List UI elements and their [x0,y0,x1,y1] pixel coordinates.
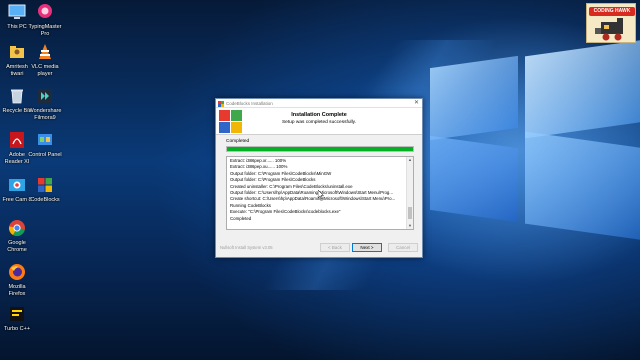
control-panel-icon [38,134,52,145]
windows-logo-pane-top-left [430,55,518,141]
train-icon [595,18,623,41]
turbo-cpp-icon [10,307,24,321]
nsis-brand: Nullsoft Install System v3.05 [220,245,273,250]
desktop-icon-label: Mozilla Firefox [8,284,26,297]
scroll-up-icon[interactable]: ▲ [407,157,413,163]
windows-logo-pane-top-right [525,39,640,139]
desktop-icon-firefox[interactable]: Mozilla Firefox [0,262,34,297]
scroll-thumb[interactable] [408,207,412,219]
log-line: Create shortcut: C:\Users\hp\AppData\Roa… [230,196,396,202]
installer-window: CodeBlocks Installation ✕ Installation C… [215,98,423,258]
typingmaster-icon [38,4,52,18]
status-label: Completed [226,139,250,144]
freecam-icon [9,179,25,191]
recycle-bin-icon [11,89,23,104]
desktop-icon-label: Turbo C++ [3,326,31,332]
scroll-down-icon[interactable]: ▼ [407,223,413,229]
desktop-icon-label: TypingMaster Pro [28,24,62,37]
this-pc-icon [8,4,26,19]
close-icon[interactable]: ✕ [414,99,419,108]
header-title: Installation Complete [291,112,347,118]
adobe-reader-icon [10,132,24,148]
windows-logo-pane-bottom-left [430,135,518,223]
desktop-icon-typingmaster[interactable]: TypingMaster Pro [28,2,62,37]
installer-header: Installation Complete Setup was complete… [216,108,422,135]
logo-banner: CODING HAWK [589,7,635,16]
filmora-icon [38,89,52,103]
cancel-button[interactable]: Cancel [388,243,418,252]
desktop-icon-label: Google Chrome [7,240,27,253]
next-button[interactable]: Next > [352,243,382,252]
window-title: CodeBlocks Installation [226,101,273,106]
header-subtitle: Setup was completed successfully. [281,120,357,125]
back-button[interactable]: < Back [320,243,350,252]
channel-logo: CODING HAWK [586,3,636,43]
desktop-icon-control-panel[interactable]: Control Panel [28,130,62,159]
progress-bar [226,146,414,152]
app-icon [218,100,224,107]
mouse-cursor-icon [318,190,324,199]
codeblocks-icon [38,178,52,192]
desktop-icon-label: Wondershare Filmora9 [28,108,62,121]
firefox-icon [9,264,25,280]
desktop-icon-codeblocks[interactable]: CodeBlocks [28,175,62,204]
windows-logo-pane-bottom-right [525,131,640,241]
desktop-icon-label: CodeBlocks [30,197,60,203]
desktop-icon-label: VLC media player [31,64,59,77]
window-titlebar[interactable]: CodeBlocks Installation ✕ [216,99,422,108]
desktop-icon-chrome[interactable]: Google Chrome [0,218,34,253]
desktop-icon-label: Control Panel [28,152,62,158]
log-scrollbar[interactable]: ▲ ▼ [406,157,413,229]
chrome-icon [8,220,25,237]
desktop-icon-vlc[interactable]: VLC media player [28,42,62,77]
vlc-icon [39,44,51,59]
log-line: Completed [230,215,252,221]
progress-fill [227,147,413,151]
user-folder-icon [10,46,24,58]
desktop-icon-turbo-cpp[interactable]: Turbo C++ [0,304,34,333]
desktop-icon-filmora[interactable]: Wondershare Filmora9 [28,86,62,121]
